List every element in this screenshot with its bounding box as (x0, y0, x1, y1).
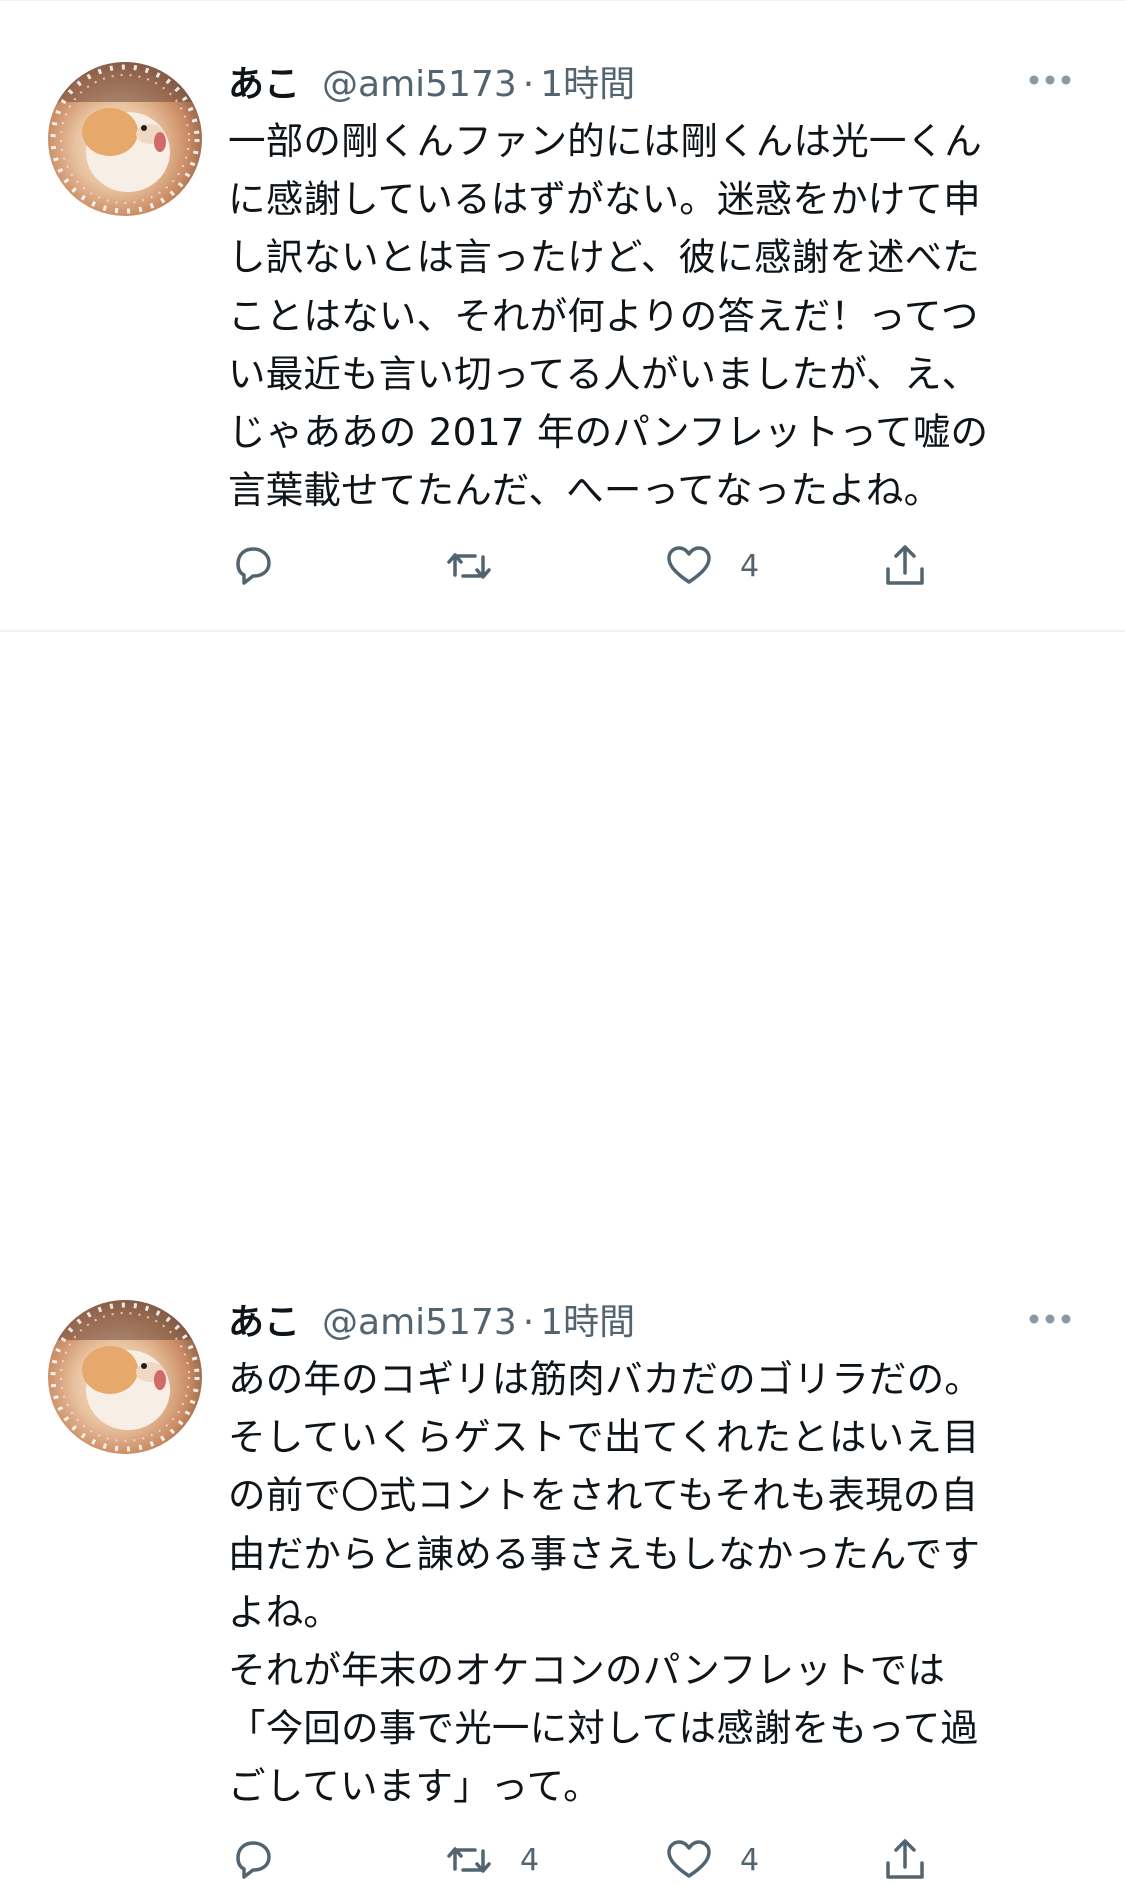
like-count: 4 (740, 1842, 760, 1878)
share-button[interactable] (880, 541, 930, 591)
heart-icon (667, 1840, 711, 1878)
share-icon (886, 545, 924, 585)
author-name[interactable]: あこ (228, 55, 300, 107)
header-separator: · (522, 64, 535, 105)
tweet-header: あこ @ami5173 · 1時間 (228, 1293, 635, 1343)
share-button[interactable] (880, 1835, 930, 1885)
avatar[interactable] (48, 1300, 202, 1454)
timestamp[interactable]: 1時間 (540, 1293, 635, 1345)
tweet[interactable]: あこ @ami5173 · 1時間 一部の剛くんファン的には剛くんは光一くん に… (0, 0, 1125, 632)
heart-icon (667, 546, 711, 584)
timestamp[interactable]: 1時間 (540, 55, 635, 107)
reply-icon (236, 1841, 271, 1879)
reply-button[interactable] (228, 541, 304, 591)
reply-button[interactable] (228, 1835, 304, 1885)
like-count: 4 (740, 548, 760, 584)
like-button[interactable]: 4 (664, 1835, 759, 1885)
header-separator: · (522, 1302, 535, 1343)
retweet-button[interactable]: 4 (444, 1835, 539, 1885)
avatar[interactable] (48, 62, 202, 216)
retweet-icon (447, 553, 491, 579)
avatar-image (48, 62, 202, 214)
retweet-icon (447, 1847, 491, 1873)
share-icon (886, 1839, 924, 1879)
more-icon[interactable] (1026, 70, 1074, 90)
avatar-image (48, 1300, 202, 1452)
tweet[interactable]: あこ @ami5173 · 1時間 あの年のコギリは筋肉バカだのゴリラだの。 そ… (0, 632, 1125, 1879)
reply-icon (236, 547, 271, 585)
tweet-actions: 4 (228, 541, 948, 591)
tweet-text: あの年のコギリは筋肉バカだのゴリラだの。 そしていくらゲストで出てくれたとはいえ… (228, 1357, 982, 1809)
author-handle[interactable]: @ami5173 (322, 64, 517, 105)
author-handle[interactable]: @ami5173 (322, 1302, 517, 1343)
tweet-text: 一部の剛くんファン的には剛くんは光一くん に感謝しているはずがない。迷惑をかけて… (228, 119, 989, 513)
like-button[interactable]: 4 (664, 541, 759, 591)
tweet-header: あこ @ami5173 · 1時間 (228, 55, 635, 105)
retweet-count: 4 (520, 1842, 540, 1878)
retweet-button[interactable] (444, 541, 520, 591)
more-icon[interactable] (1026, 1309, 1074, 1329)
author-name[interactable]: あこ (228, 1293, 300, 1345)
tweet-actions: 4 4 (228, 1835, 948, 1885)
